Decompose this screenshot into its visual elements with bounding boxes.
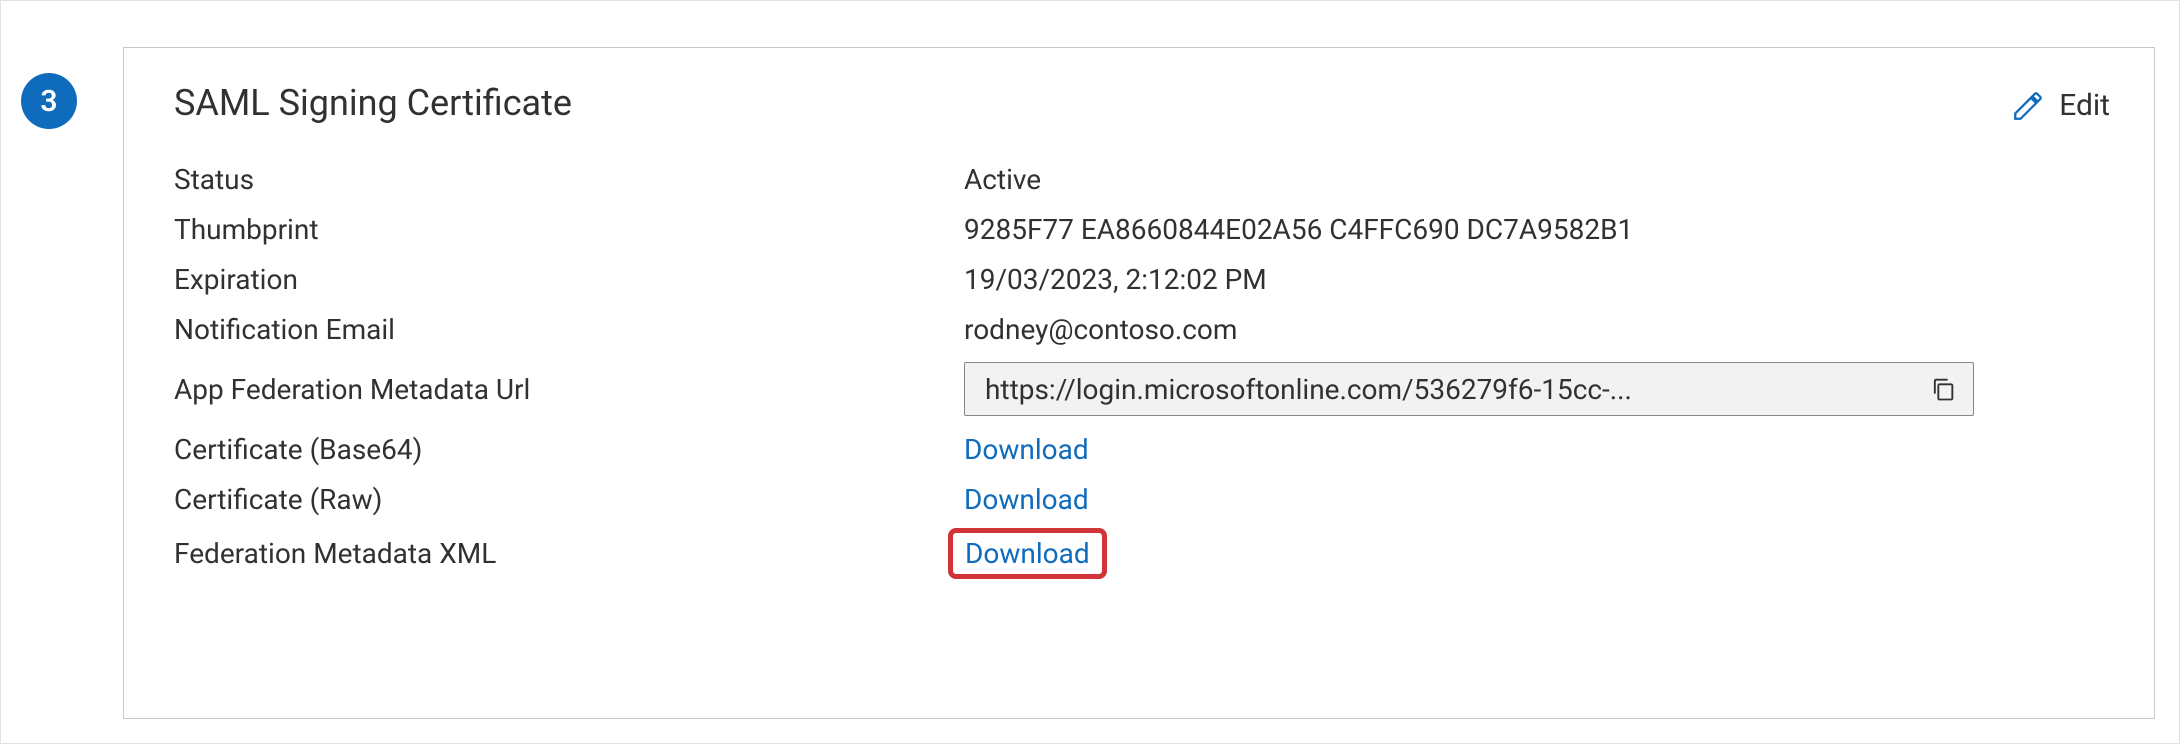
row-federation-url: App Federation Metadata Url https://logi… [174,362,2110,416]
row-federation-metadata-xml: Federation Metadata XML Download [174,528,2110,579]
row-thumbprint: Thumbprint 9285F77 EA8660844E02A56 C4FFC… [174,208,2110,250]
federation-url-field[interactable]: https://login.microsoftonline.com/536279… [964,362,1974,416]
value-status: Active [964,163,1041,196]
download-certificate-base64-link[interactable]: Download [964,433,1089,466]
label-thumbprint: Thumbprint [174,213,964,246]
label-certificate-raw: Certificate (Raw) [174,483,964,516]
label-certificate-base64: Certificate (Base64) [174,433,964,466]
row-certificate-base64: Certificate (Base64) Download [174,428,2110,470]
download-federation-metadata-xml-link[interactable]: Download [965,537,1090,570]
label-status: Status [174,163,964,196]
value-notification-email: rodney@contoso.com [964,313,1237,346]
card-title: SAML Signing Certificate [174,82,572,124]
card-rows: Status Active Thumbprint 9285F77 EA86608… [174,158,2110,579]
label-federation-url: App Federation Metadata Url [174,373,964,406]
step-number-badge: 3 [21,73,77,129]
page-container: 3 SAML Signing Certificate Edit Status A… [0,0,2180,744]
saml-signing-certificate-card: SAML Signing Certificate Edit Status Act… [123,47,2155,719]
federation-url-text: https://login.microsoftonline.com/536279… [985,373,1915,406]
row-expiration: Expiration 19/03/2023, 2:12:02 PM [174,258,2110,300]
edit-label: Edit [2059,88,2110,123]
pencil-icon [2011,89,2045,123]
card-header: SAML Signing Certificate Edit [174,82,2110,158]
label-notification-email: Notification Email [174,313,964,346]
label-expiration: Expiration [174,263,964,296]
download-highlight: Download [948,528,1107,579]
edit-button[interactable]: Edit [2011,88,2110,123]
download-certificate-raw-link[interactable]: Download [964,483,1089,516]
row-notification-email: Notification Email rodney@contoso.com [174,308,2110,350]
row-status: Status Active [174,158,2110,200]
copy-icon[interactable] [1929,375,1957,403]
row-certificate-raw: Certificate (Raw) Download [174,478,2110,520]
label-federation-metadata-xml: Federation Metadata XML [174,537,964,570]
value-expiration: 19/03/2023, 2:12:02 PM [964,263,1267,296]
value-thumbprint: 9285F77 EA8660844E02A56 C4FFC690 DC7A958… [964,213,1633,246]
step-number: 3 [40,84,57,119]
